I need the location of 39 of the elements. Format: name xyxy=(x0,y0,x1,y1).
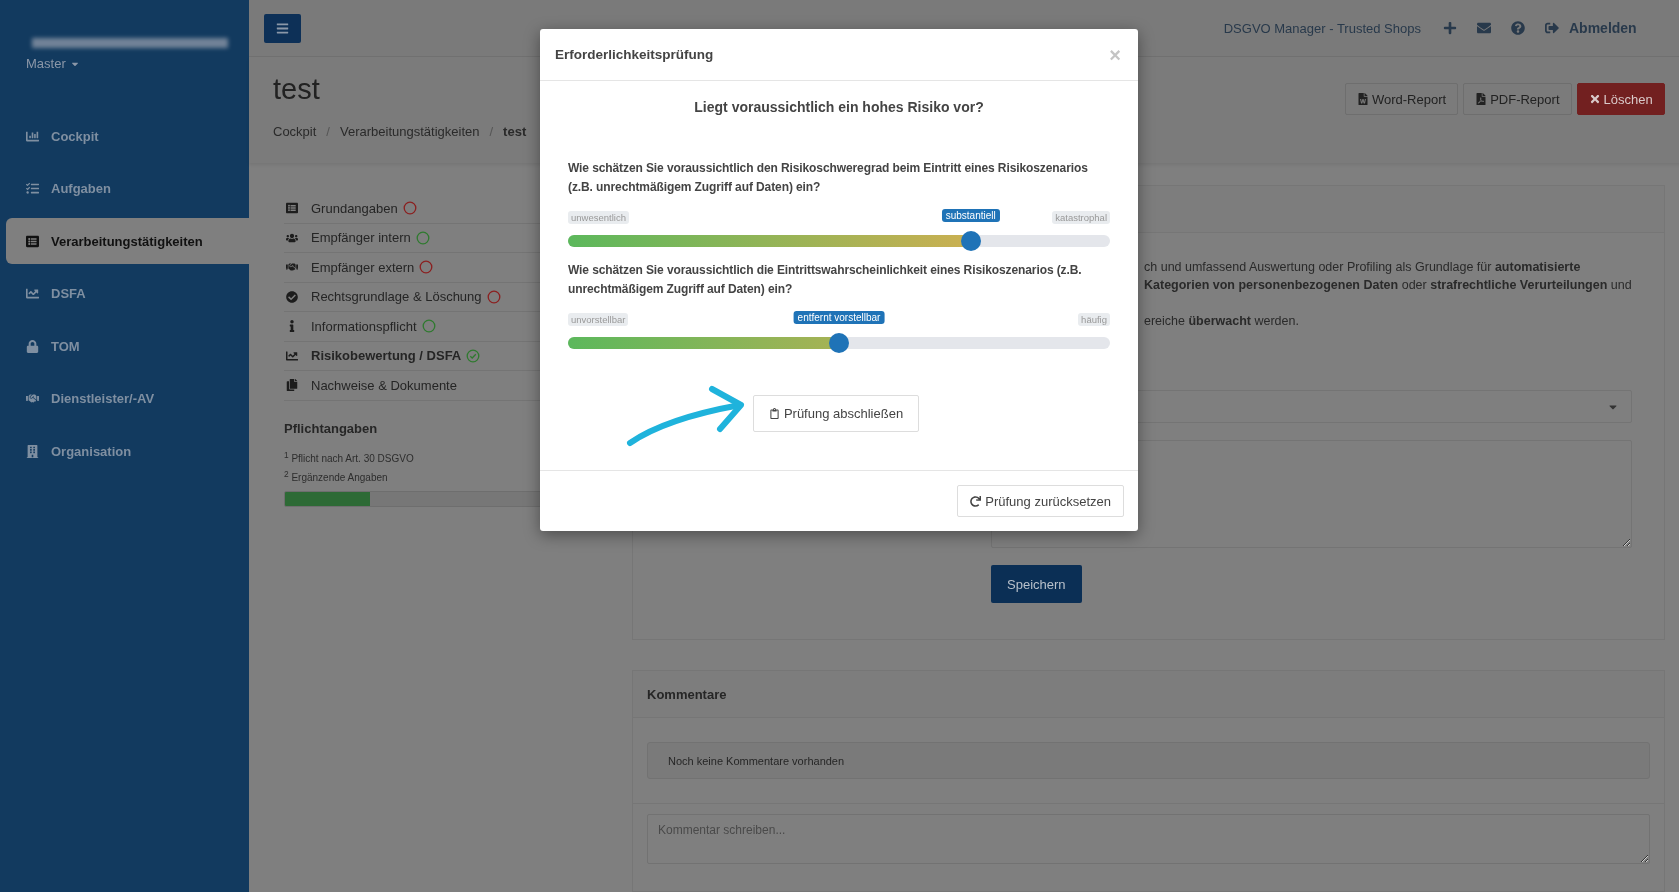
slider-max-label: katastrophal xyxy=(1052,210,1110,224)
breadcrumb-separator: / xyxy=(326,124,330,139)
account-dropdown[interactable]: Master xyxy=(26,56,80,71)
sidebar-item[interactable]: Verarbeitungstätigkeiten xyxy=(6,218,249,264)
sidebar-item[interactable]: Aufgaben xyxy=(6,165,249,212)
sidebar-item[interactable]: Organisation xyxy=(6,428,249,474)
report-button[interactable]: PDF-Report xyxy=(1463,83,1572,115)
finish-button[interactable]: Prüfung abschließen xyxy=(752,395,920,432)
sidebar-item[interactable]: DSFA xyxy=(6,270,249,317)
breadcrumb-link[interactable]: Verarbeitungstätigkeiten xyxy=(340,124,480,139)
card-title: Kommentare xyxy=(647,686,727,702)
sidebar-item[interactable]: Dienstleister/-AV xyxy=(6,375,249,422)
save-button[interactable]: Speichern xyxy=(991,565,1082,603)
delete-button[interactable]: Löschen xyxy=(1576,83,1665,115)
slider-question: Wie schätzen Sie voraussichtlich den Risikoschweregrad beim Eintritt eines Risikoszenarios (z.B. unrechtmäßigem Zugriff auf Daten) ein? xyxy=(568,160,1089,196)
empty-notice: Noch keine Kommentare vorhanden xyxy=(647,742,1650,779)
reset-button[interactable]: Prüfung zurücksetzen xyxy=(957,485,1124,517)
sidebar-item[interactable]: Cockpit xyxy=(6,113,249,159)
description-text: ch und umfassend Auswertung oder Profiling als Grundlage für automatisierte xyxy=(1144,259,1581,276)
sidebar-item[interactable]: TOM xyxy=(6,323,249,369)
app-name: DSGVO Manager - Trusted Shops xyxy=(1223,20,1421,36)
slider-value-tooltip: entfernt vorstellbar xyxy=(793,311,885,324)
legend-note: $^{1}$ Pflicht nach Art. 30 DSGVO xyxy=(284,449,414,464)
description-text: Kategorien von personenbezogenen Daten oder strafrechtliche Verurteilungen und xyxy=(1144,277,1632,294)
current-page-label: test xyxy=(503,124,527,139)
slider-min-label: unvorstellbar xyxy=(568,312,629,326)
slider-min-label: unwesentlich xyxy=(568,210,629,224)
slider-max-label: häufig xyxy=(1078,312,1110,326)
breadcrumb-link[interactable]: Cockpit xyxy=(273,124,317,139)
dialog-question: Liegt voraussichtlich ein hohes Risiko vor? xyxy=(694,99,984,115)
legend-note: $^{2}$ Ergänzende Angaben xyxy=(284,468,388,484)
page-title: test xyxy=(273,73,320,106)
logout-link[interactable]: Abmelden xyxy=(1569,20,1637,36)
dialog-title: Erforderlichkeitsprüfung xyxy=(555,47,714,62)
breadcrumb-separator: / xyxy=(489,124,494,139)
description-text: ereiche überwacht werden. xyxy=(1144,313,1299,330)
legend-title: Pflichtangaben xyxy=(284,420,378,436)
report-button[interactable]: Word-Report xyxy=(1344,83,1459,115)
slider-value-tooltip: substantiell xyxy=(941,209,1000,222)
